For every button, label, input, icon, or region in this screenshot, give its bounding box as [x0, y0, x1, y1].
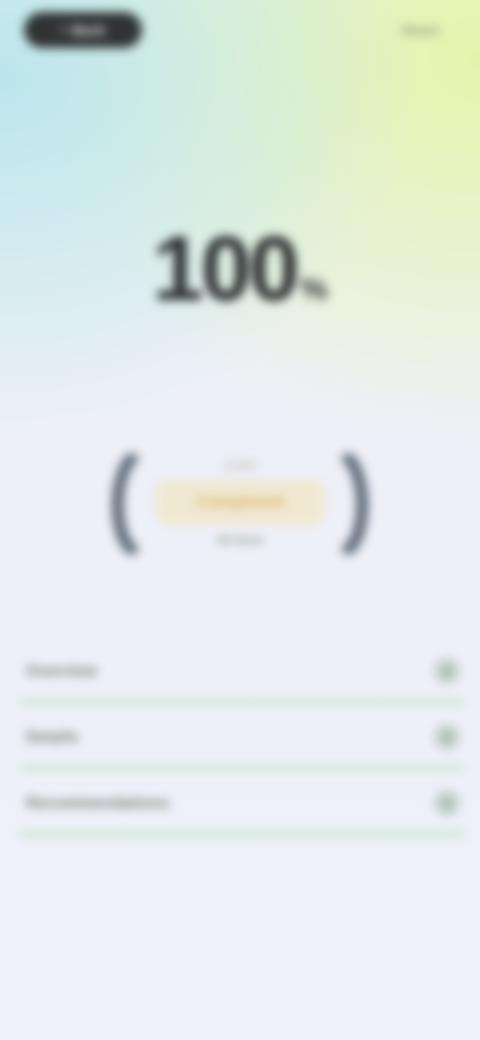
- list-item-label: Details: [26, 729, 79, 746]
- share-link[interactable]: Share: [350, 20, 440, 40]
- chevron-right-icon: ›: [434, 658, 460, 684]
- badge-subtitle: All done: [216, 533, 264, 547]
- badge-title: Completed: [156, 480, 324, 524]
- back-button[interactable]: ‹ Back: [24, 12, 142, 48]
- chevron-right-icon: ›: [434, 790, 460, 816]
- laurel-left-icon: [111, 454, 138, 554]
- completion-unit: %: [300, 273, 328, 306]
- chevron-left-icon: ‹: [60, 21, 66, 38]
- badge-label: Level: [224, 458, 256, 472]
- completion-value: 100: [152, 218, 299, 320]
- list-item-overview[interactable]: Overview ›: [20, 640, 464, 704]
- options-list: Overview › Details › Recommendations ›: [20, 640, 464, 838]
- list-item-label: Recommendations: [26, 795, 170, 812]
- chevron-right-icon: ›: [434, 724, 460, 750]
- list-item-recommendations[interactable]: Recommendations ›: [20, 772, 464, 836]
- screen: ‹ Back Share 100 % Level Completed All d…: [0, 0, 480, 1040]
- top-bar: ‹ Back Share: [0, 0, 480, 64]
- laurel-right-icon: [342, 454, 369, 554]
- list-item-details[interactable]: Details ›: [20, 706, 464, 770]
- completion-stat: 100 %: [0, 205, 480, 315]
- list-item-label: Overview: [26, 663, 98, 680]
- achievement-badge: Level Completed All done: [104, 448, 376, 560]
- back-button-label: Back: [71, 22, 106, 38]
